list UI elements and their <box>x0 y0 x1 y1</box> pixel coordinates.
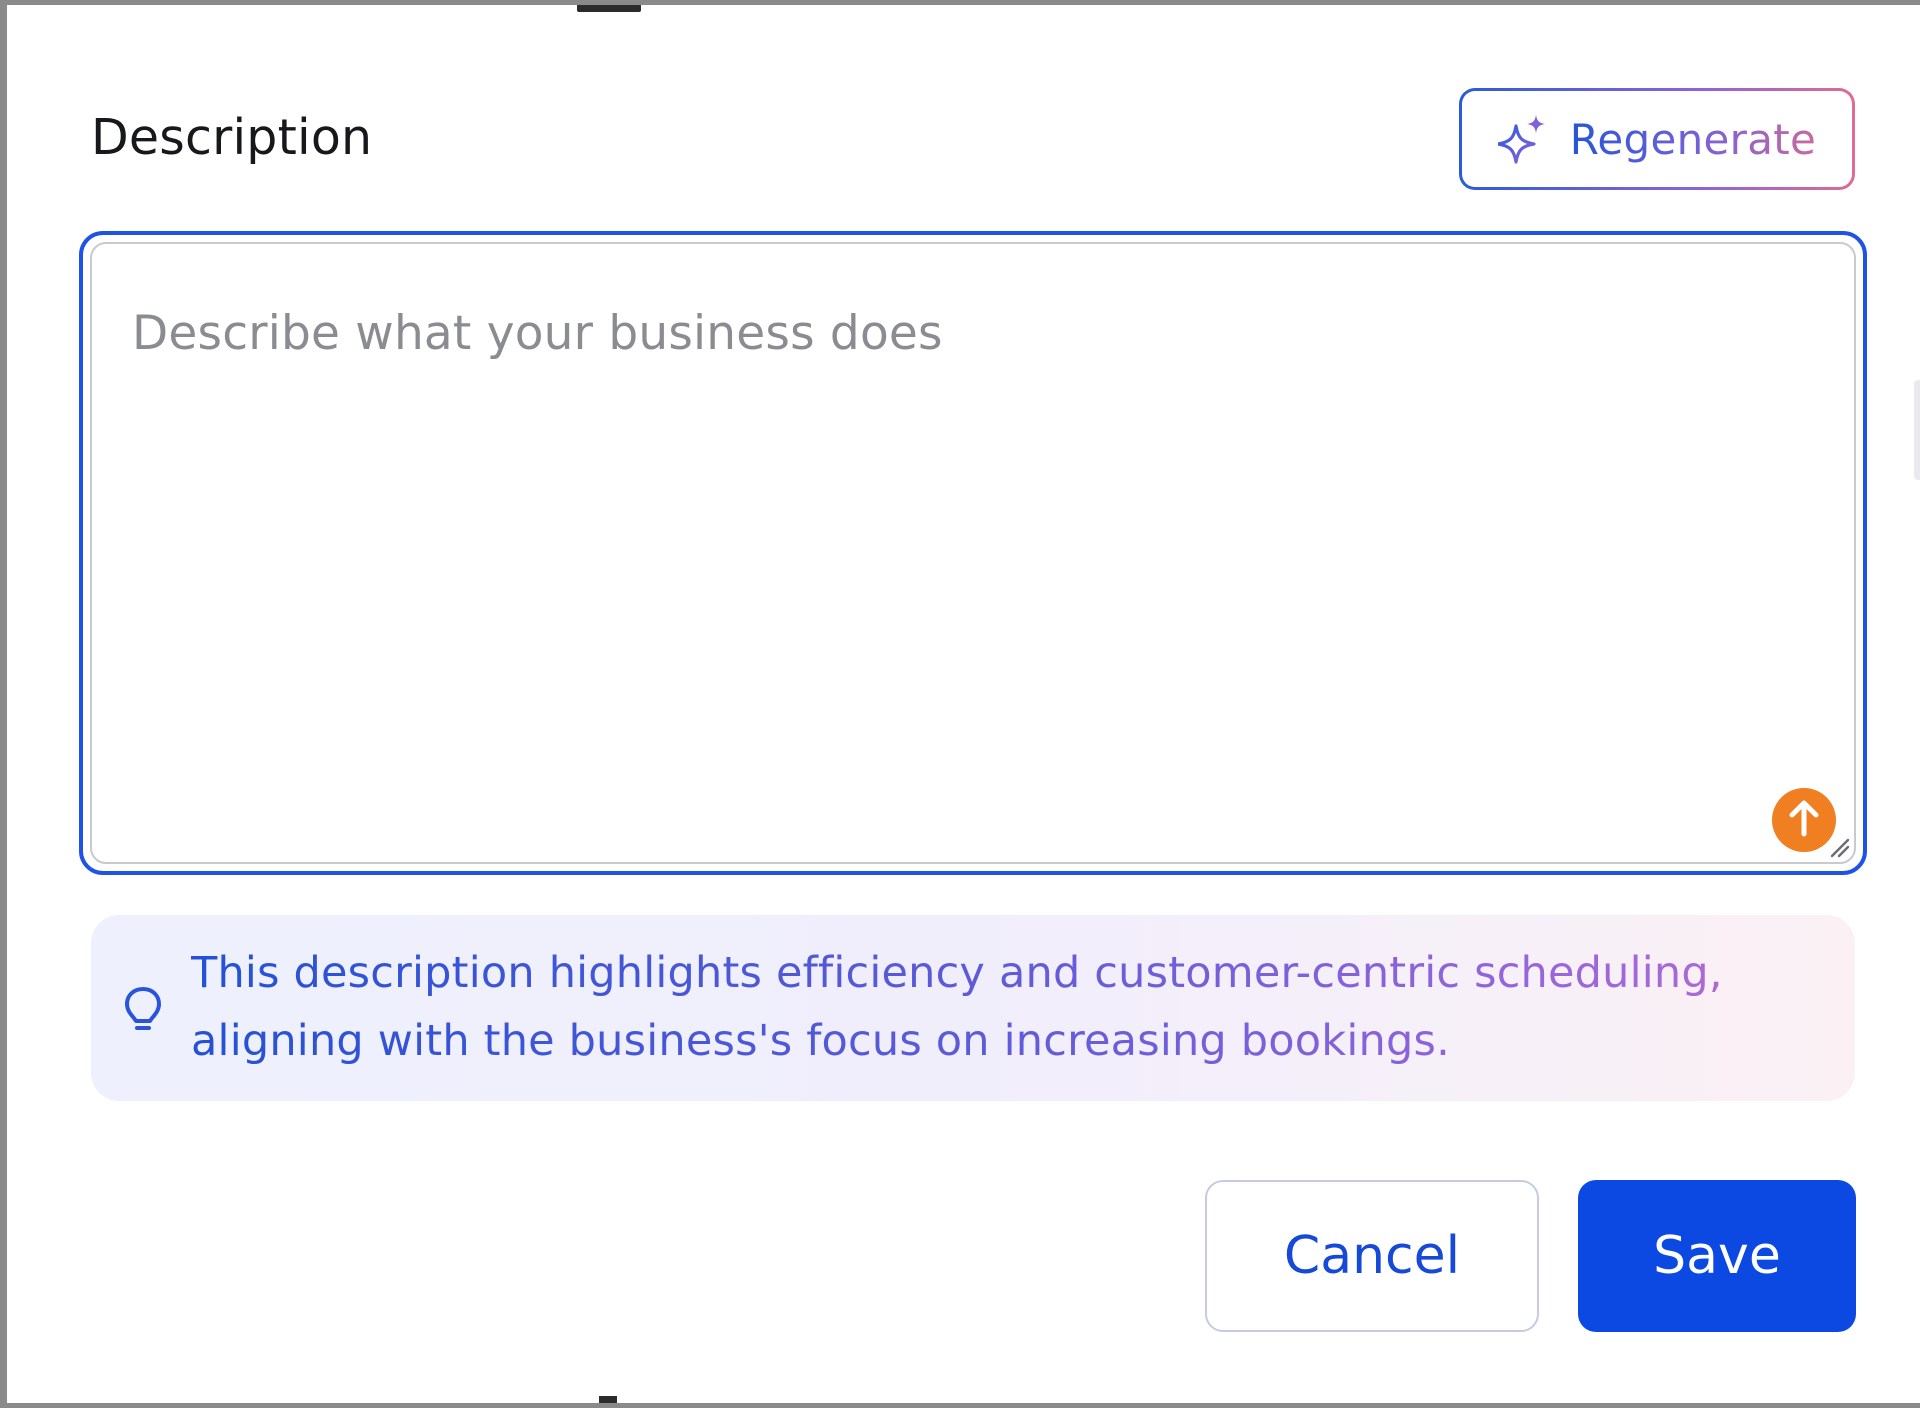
hint-text: This description highlights efficiency a… <box>191 939 1811 1075</box>
sparkle-icon <box>1497 114 1548 164</box>
regenerate-button[interactable]: Regenerate <box>1459 88 1855 190</box>
window-bottom-nub <box>599 1396 617 1403</box>
arrow-up-icon <box>1787 798 1821 842</box>
dialog: Description Regenerate Describe what you… <box>0 0 1920 1408</box>
description-textarea[interactable]: Describe what your business does <box>90 242 1856 864</box>
lightbulb-icon <box>121 983 165 1039</box>
description-placeholder: Describe what your business does <box>132 306 943 361</box>
window-top-tab <box>577 5 641 12</box>
save-button[interactable]: Save <box>1578 1180 1856 1332</box>
resize-handle-icon[interactable] <box>1828 836 1850 858</box>
cancel-button[interactable]: Cancel <box>1205 1180 1539 1332</box>
regenerate-button-inner[interactable]: Regenerate <box>1462 91 1852 187</box>
description-field-focus-ring[interactable]: Describe what your business does <box>79 231 1867 875</box>
save-label: Save <box>1653 1226 1781 1286</box>
scrollbar[interactable] <box>1914 380 1920 480</box>
ai-hint-banner: This description highlights efficiency a… <box>91 915 1855 1101</box>
upload-button[interactable] <box>1772 788 1836 852</box>
page-title: Description <box>91 109 373 166</box>
cancel-label: Cancel <box>1283 1226 1461 1286</box>
regenerate-label: Regenerate <box>1569 114 1817 164</box>
